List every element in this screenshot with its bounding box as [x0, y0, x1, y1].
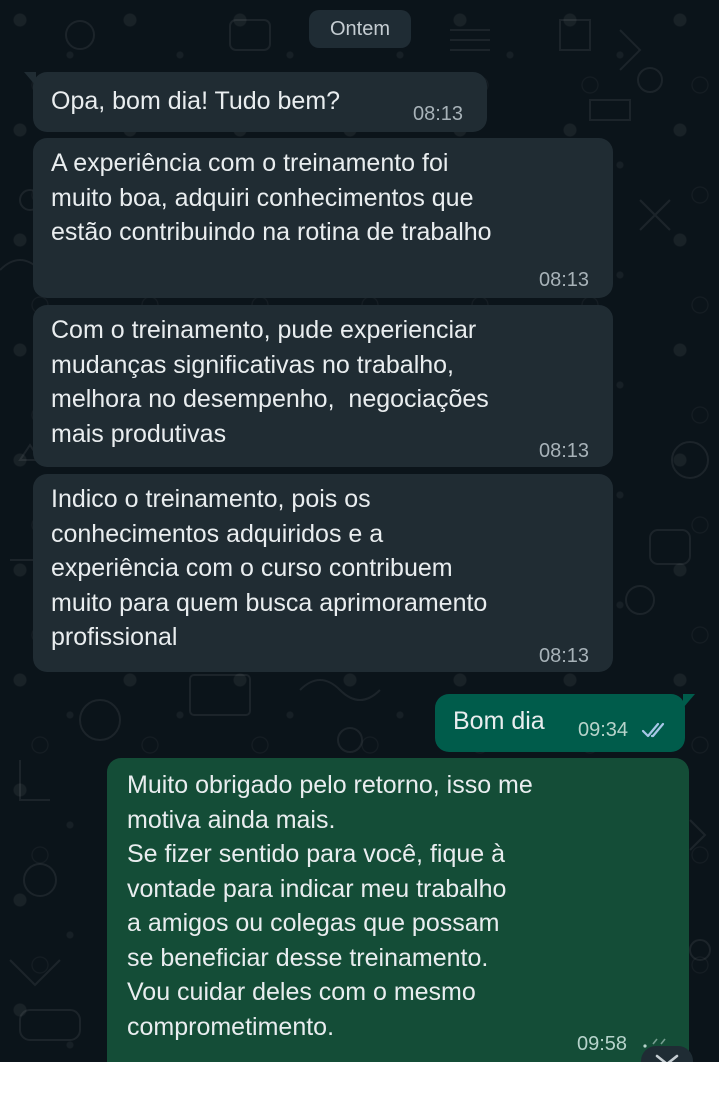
message-text: Com o treinamento, pude experienciar mud…: [51, 316, 489, 448]
message-time: 08:13: [539, 645, 590, 667]
double-check-icon: [641, 722, 665, 738]
incoming-message[interactable]: Indico o treinamento, pois os conhecimen…: [33, 474, 613, 672]
bubble-tail: [683, 694, 695, 708]
incoming-message[interactable]: Com o treinamento, pude experienciar mud…: [33, 305, 613, 467]
message-text: Bom dia: [453, 707, 545, 735]
incoming-message[interactable]: Opa, bom dia! Tudo bem? 08:13: [24, 72, 487, 132]
chat-background: Ontem Opa, bom dia! Tudo bem? 08:13 A ex…: [0, 0, 719, 1062]
message-text: Muito obrigado pelo retorno, isso me mot…: [127, 771, 533, 1041]
message-time: 09:34: [578, 719, 629, 741]
message-time: 08:13: [413, 103, 464, 125]
message-text: A experiência com o treinamento foi muit…: [51, 149, 492, 246]
bubble-tail: [24, 72, 36, 86]
chevron-down-icon: [655, 1054, 679, 1062]
outgoing-message[interactable]: Bom dia 09:34: [435, 694, 695, 752]
date-separator: Ontem: [309, 10, 411, 48]
scroll-down-button[interactable]: [641, 1046, 693, 1062]
bottom-area: [0, 1062, 719, 1100]
message-text: Opa, bom dia! Tudo bem?: [51, 87, 341, 115]
message-text: Indico o treinamento, pois os conhecimen…: [51, 485, 488, 651]
incoming-message[interactable]: A experiência com o treinamento foi muit…: [33, 138, 613, 298]
message-time: 09:58: [577, 1033, 628, 1055]
message-time: 08:13: [539, 440, 590, 462]
message-time: 08:13: [539, 269, 590, 291]
outgoing-message[interactable]: Muito obrigado pelo retorno, isso me mot…: [107, 758, 689, 1062]
